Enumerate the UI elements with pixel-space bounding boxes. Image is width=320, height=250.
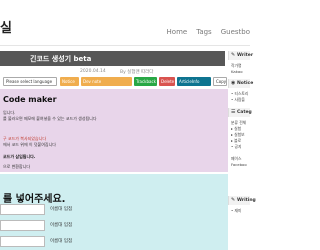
- code-maker-title: Code maker: [3, 95, 57, 104]
- sidebar: ✎ Writer 작가명 Kakao ◉ Notice • 티스토리 • 사람을…: [228, 46, 256, 250]
- sidebar-notice-header: ◉ Notice: [228, 79, 254, 88]
- text-input[interactable]: [0, 204, 45, 215]
- code-maker-panel: Code maker 입니다. 를 불러오면 메모에 붙여넣을 수 있는 코드가…: [0, 89, 228, 172]
- info-line: 으로 변환합니다: [3, 164, 31, 169]
- notice-icon: ◉: [231, 80, 236, 86]
- post-toolbar: Please select language Notice Dev note T…: [0, 77, 227, 87]
- trackback-button[interactable]: Trackback: [134, 77, 157, 86]
- sidebar-section-label: Categ: [237, 110, 252, 115]
- post-author[interactable]: By 실험맨 따라다: [120, 69, 153, 75]
- input-panel-title: 를 넣어주세요.: [3, 194, 66, 205]
- language-select[interactable]: Please select language: [3, 77, 57, 86]
- pencil-icon: ✎: [231, 197, 236, 203]
- input-row: 이름대 입점: [0, 204, 120, 216]
- input-row: 이름대 입점: [0, 220, 120, 232]
- sidebar-section-label: Writer: [237, 53, 254, 58]
- post-title: 긴코드 생성기 beta: [30, 55, 92, 63]
- header-divider: [0, 45, 250, 46]
- sidebar-category-header: ☰ Categ: [228, 108, 252, 117]
- article-info-button[interactable]: ArticleInfo: [177, 77, 211, 86]
- site-title[interactable]: 실: [0, 17, 12, 36]
- list-icon: ☰: [231, 109, 236, 115]
- delete-button[interactable]: Delete: [159, 77, 175, 86]
- input-label: 이름대 입점: [50, 223, 73, 228]
- info-line: 를 불러오면 메모에 붙여넣을 수 있는 코드가 생성됩니다: [3, 116, 97, 121]
- nav-home[interactable]: Home: [167, 28, 188, 36]
- sidebar-section-label: Notice: [237, 81, 254, 86]
- sidebar-item[interactable]: • 사람을: [231, 97, 245, 103]
- post-date: 2020.04.14: [80, 69, 106, 74]
- sidebar-section-label: Writing: [237, 198, 256, 203]
- nav-tags[interactable]: Tags: [196, 28, 212, 36]
- nav-guestbook[interactable]: Guestbo: [221, 28, 250, 36]
- sidebar-writing-header: ✎ Writing: [228, 196, 256, 205]
- notice-button[interactable]: Notice: [60, 77, 79, 86]
- sidebar-item[interactable]: • 재미: [231, 208, 241, 214]
- sidebar-category-item[interactable]: • 공지: [231, 144, 241, 150]
- info-line: 에서 코드 위에 이 덧붙여집니다: [3, 142, 56, 147]
- input-panel: 를 넣어주세요. 이름대 입점 이름대 입점 이름대 입점: [0, 174, 228, 250]
- pencil-icon: ✎: [231, 52, 236, 58]
- post-meta: 2020.04.14 By 실험맨 따라다: [0, 68, 225, 76]
- devnote-button[interactable]: Dev note: [81, 77, 132, 86]
- text-input[interactable]: [0, 220, 45, 231]
- post-title-band: 긴코드 생성기 beta: [0, 51, 225, 66]
- sidebar-writer-header: ✎ Writer: [228, 51, 254, 60]
- sidebar-item[interactable]: Faceboo: [231, 162, 247, 167]
- copy-button[interactable]: Copy: [213, 77, 227, 86]
- input-label: 이름대 입점: [50, 207, 73, 212]
- input-label: 이름대 입점: [50, 239, 73, 244]
- input-row: 이름대 입점: [0, 236, 120, 248]
- sidebar-item[interactable]: Kakao: [231, 69, 243, 74]
- top-nav: Home Tags Guestbo: [167, 28, 250, 36]
- info-line: 코드가 삽입됩니다.: [3, 154, 36, 159]
- site-header: 실 Home Tags Guestbo: [0, 0, 250, 48]
- text-input[interactable]: [0, 236, 45, 247]
